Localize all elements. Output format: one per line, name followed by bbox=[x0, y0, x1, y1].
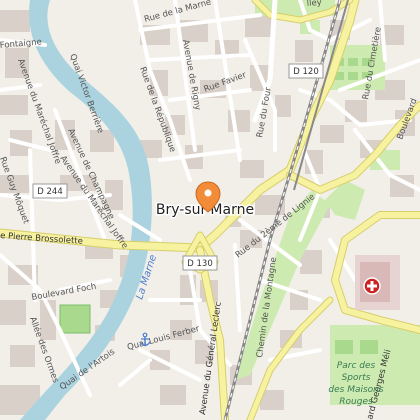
anchor-icon bbox=[139, 332, 151, 347]
icons-layer bbox=[139, 181, 381, 347]
location-marker-icon[interactable] bbox=[195, 181, 221, 213]
hospital-icon[interactable] bbox=[363, 277, 381, 295]
map[interactable]: Rue de la Marne Rue de la République Ave… bbox=[0, 0, 420, 420]
